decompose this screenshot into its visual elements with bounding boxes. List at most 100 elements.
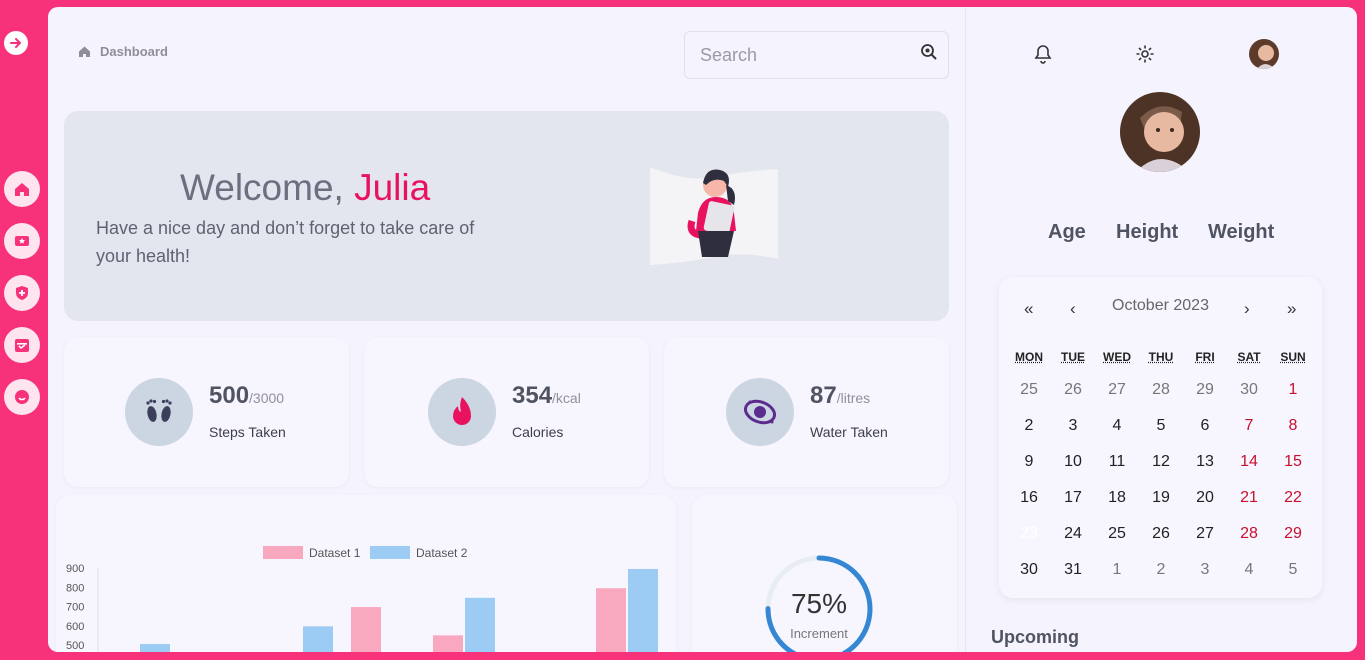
calendar-day[interactable]: 5 xyxy=(1139,412,1183,448)
progress-label: Increment xyxy=(790,626,848,641)
bar-dataset-1[interactable] xyxy=(351,607,381,652)
sidebar-item-calendar[interactable] xyxy=(4,327,40,363)
calendar-day[interactable]: 25 xyxy=(1095,520,1139,556)
calendar-day[interactable]: 15 xyxy=(1271,448,1315,484)
legend-swatch-dataset-1 xyxy=(263,546,303,559)
bar-chart-card: Dataset 1 Dataset 2 900 800 700 600 500 xyxy=(56,495,676,652)
search-icon[interactable] xyxy=(920,43,938,61)
bar-dataset-2[interactable] xyxy=(465,597,495,652)
calories-label: Calories xyxy=(512,424,564,440)
bar-dataset-2[interactable] xyxy=(303,626,333,652)
next-year-button[interactable]: » xyxy=(1287,299,1296,319)
calendar-day[interactable]: 4 xyxy=(1095,412,1139,448)
calendar-day[interactable]: 3 xyxy=(1051,412,1095,448)
greeting-text: Welcome, xyxy=(180,167,355,208)
steps-card[interactable]: 500/3000 Steps Taken xyxy=(64,337,349,487)
steps-value: 500/3000 xyxy=(209,382,284,410)
calendar-day[interactable]: 10 xyxy=(1051,448,1095,484)
shield-icon xyxy=(16,286,28,300)
metric-age: Age xyxy=(1048,221,1086,243)
bar-dataset-2[interactable] xyxy=(140,644,170,652)
metric-weight: Weight xyxy=(1208,221,1275,243)
legend-label-dataset-1: Dataset 1 xyxy=(309,546,361,560)
user-photo xyxy=(1120,92,1200,172)
sidebar-item-security[interactable] xyxy=(4,275,40,311)
upcoming-heading: Upcoming xyxy=(991,627,1079,647)
calendar-day[interactable]: 14 xyxy=(1227,448,1271,484)
calendar-day[interactable]: 27 xyxy=(1095,376,1139,412)
calendar-day[interactable]: 30 xyxy=(1227,376,1271,412)
calendar-month-label[interactable]: October 2023 xyxy=(999,297,1322,315)
calendar-day[interactable]: 20 xyxy=(1183,484,1227,520)
calendar-day[interactable]: 4 xyxy=(1227,556,1271,592)
welcome-subtitle: Have a nice day and don’t forget to take… xyxy=(96,218,475,266)
welcome-banner: Welcome, Julia Have a nice day and don’t… xyxy=(64,111,949,321)
expand-sidebar-button[interactable] xyxy=(4,31,28,55)
y-tick-label: 800 xyxy=(66,582,84,594)
avatar-small[interactable] xyxy=(1249,39,1279,69)
search-input[interactable] xyxy=(685,32,895,78)
calendar-day[interactable]: 2 xyxy=(1007,412,1051,448)
calendar-day[interactable]: 2 xyxy=(1139,556,1183,592)
calendar-day[interactable]: 8 xyxy=(1271,412,1315,448)
calendar-day[interactable]: 1 xyxy=(1095,556,1139,592)
weekday-header: TUE xyxy=(1061,350,1085,364)
calendar-day[interactable]: 31 xyxy=(1051,556,1095,592)
calendar-day[interactable]: 29 xyxy=(1183,376,1227,412)
calendar-day[interactable]: 21 xyxy=(1227,484,1271,520)
calendar-icon xyxy=(15,339,29,352)
calendar-day[interactable]: 18 xyxy=(1095,484,1139,520)
calendar-day[interactable]: 16 xyxy=(1007,484,1051,520)
weekday-header: MON xyxy=(1015,350,1043,364)
calendar-day[interactable]: 9 xyxy=(1007,448,1051,484)
calendar-day[interactable]: 6 xyxy=(1183,412,1227,448)
calendar-day[interactable]: 13 xyxy=(1183,448,1227,484)
calendar-day[interactable]: 19 xyxy=(1139,484,1183,520)
next-month-button[interactable]: › xyxy=(1244,299,1250,319)
calendar-day[interactable]: 5 xyxy=(1271,556,1315,592)
user-name: Julia xyxy=(354,167,431,208)
water-icon-circle xyxy=(726,378,794,446)
steps-unit: /3000 xyxy=(249,390,285,406)
sidebar-item-home[interactable] xyxy=(4,171,40,207)
bell-icon[interactable] xyxy=(1033,44,1053,64)
calendar-day[interactable]: 22 xyxy=(1271,484,1315,520)
calendar-day[interactable]: 26 xyxy=(1051,376,1095,412)
calendar-day[interactable]: 7 xyxy=(1227,412,1271,448)
gear-icon[interactable] xyxy=(1135,44,1155,64)
footprints-icon xyxy=(146,399,172,422)
home-icon xyxy=(79,46,90,57)
calendar-day[interactable]: 1 xyxy=(1271,376,1315,412)
calendar-day[interactable]: 11 xyxy=(1095,448,1139,484)
bar-dataset-1[interactable] xyxy=(433,635,463,652)
bar-dataset-1[interactable] xyxy=(596,588,626,652)
calendar-day[interactable]: 24 xyxy=(1051,520,1095,556)
calendar-day[interactable]: 26 xyxy=(1139,520,1183,556)
user-photo xyxy=(1249,39,1279,69)
sidebar-item-tickets[interactable] xyxy=(4,223,40,259)
calendar-day[interactable]: 28 xyxy=(1139,376,1183,412)
calendar-day[interactable]: 28 xyxy=(1227,520,1271,556)
calendar-day[interactable]: 3 xyxy=(1183,556,1227,592)
calendar-day[interactable]: 17 xyxy=(1051,484,1095,520)
progress-ring: 75% Increment xyxy=(765,555,873,652)
steps-count: 500 xyxy=(209,382,250,409)
calendar-day[interactable]: 27 xyxy=(1183,520,1227,556)
steps-label: Steps Taken xyxy=(209,424,286,440)
calendar-day[interactable]: 29 xyxy=(1271,520,1315,556)
bar-dataset-2[interactable] xyxy=(628,568,658,652)
progress-card: 75% Increment xyxy=(692,495,957,652)
calendar-day[interactable]: 23 xyxy=(1007,520,1051,556)
breadcrumb[interactable]: Dashboard xyxy=(78,44,168,59)
calories-card[interactable]: 354/kcal Calories xyxy=(364,337,649,487)
calories-count: 354 xyxy=(512,382,553,409)
steps-icon-circle xyxy=(125,378,193,446)
water-card[interactable]: 87/litres Water Taken xyxy=(664,337,949,487)
profile-column: Age Height Weight « ‹ October 2023 › » M… xyxy=(965,7,1357,652)
calendar-day[interactable]: 12 xyxy=(1139,448,1183,484)
water-count: 87 xyxy=(810,382,837,409)
calendar-day[interactable]: 25 xyxy=(1007,376,1051,412)
calories-unit: /kcal xyxy=(552,390,581,406)
sidebar-item-chat[interactable] xyxy=(4,379,40,415)
calendar-day[interactable]: 30 xyxy=(1007,556,1051,592)
